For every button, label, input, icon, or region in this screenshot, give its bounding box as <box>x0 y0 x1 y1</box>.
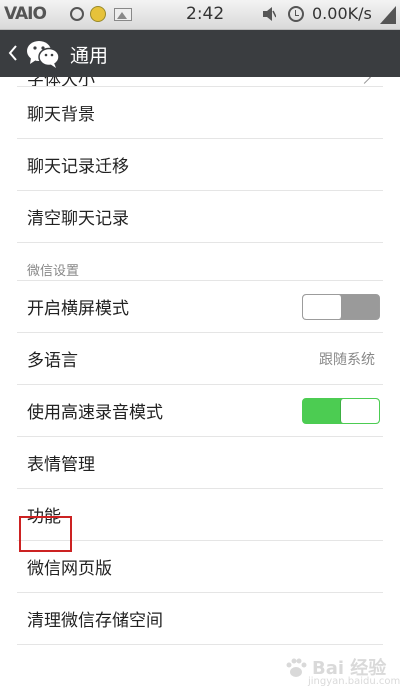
list-item-chat-background[interactable]: 聊天背景 <box>17 87 383 139</box>
wechat-logo-icon[interactable] <box>26 39 60 69</box>
list-item-landscape-mode[interactable]: 开启横屏模式 <box>17 281 383 333</box>
list-item-chat-migrate[interactable]: 聊天记录迁移 <box>17 139 383 191</box>
page-title: 通用 <box>70 45 109 67</box>
list-item-clear-chat[interactable]: 清空聊天记录 <box>17 191 383 243</box>
signal-icon <box>380 6 396 24</box>
chevron-right-icon <box>358 77 371 84</box>
list-item-label: 清理微信存储空间 <box>27 611 163 631</box>
notification-icon <box>70 7 84 21</box>
list-item-label: 表情管理 <box>27 455 95 475</box>
list-item-label: 使用高速录音模式 <box>27 403 163 423</box>
language-value: 跟随系统 <box>319 352 375 368</box>
image-notification-icon <box>114 8 132 21</box>
back-chevron-icon[interactable] <box>7 44 19 62</box>
list-item-label: 微信网页版 <box>27 559 112 579</box>
section-header-label: 微信设置 <box>27 264 80 279</box>
paw-icon <box>286 658 307 677</box>
baidu-jingyan-watermark: Bai 经验 jingyan.baidu.com <box>280 652 400 692</box>
list-item-label: 多语言 <box>27 351 78 371</box>
list-item-label: 开启横屏模式 <box>27 299 129 319</box>
landscape-mode-toggle[interactable] <box>302 294 380 320</box>
action-bar: 通用 <box>0 30 400 77</box>
list-item-label: 聊天背景 <box>27 105 95 125</box>
mute-icon <box>263 7 276 21</box>
list-item-label: 清空聊天记录 <box>27 209 129 229</box>
list-item-label: 字体大小 <box>27 77 95 87</box>
list-item-label: 聊天记录迁移 <box>27 157 129 177</box>
section-header-wechat-settings: 微信设置 <box>17 243 383 281</box>
baidu-app-icon <box>90 6 106 22</box>
list-item-emoji-manage[interactable]: 表情管理 <box>17 437 383 489</box>
network-speed: 0.00K/s <box>312 4 372 23</box>
list-item-language[interactable]: 多语言 跟随系统 <box>17 333 383 385</box>
watermark-url: jingyan.baidu.com <box>308 676 400 687</box>
list-item-font-size[interactable]: 字体大小 <box>17 77 383 87</box>
toggle-knob <box>340 399 379 423</box>
list-item-hq-recording[interactable]: 使用高速录音模式 <box>17 385 383 437</box>
status-bar: VAIO 2:42 0.00K/s <box>0 0 400 30</box>
alarm-icon <box>288 6 304 22</box>
vaio-logo: VAIO <box>4 4 47 24</box>
toggle-knob <box>303 295 342 319</box>
status-time: 2:42 <box>186 4 225 24</box>
settings-list: 字体大小 聊天背景 聊天记录迁移 清空聊天记录 微信设置 开启横屏模式 多语言 … <box>17 77 383 645</box>
hq-recording-toggle[interactable] <box>302 398 380 424</box>
highlight-box <box>19 516 72 552</box>
list-item-clean-storage[interactable]: 清理微信存储空间 <box>17 593 383 645</box>
